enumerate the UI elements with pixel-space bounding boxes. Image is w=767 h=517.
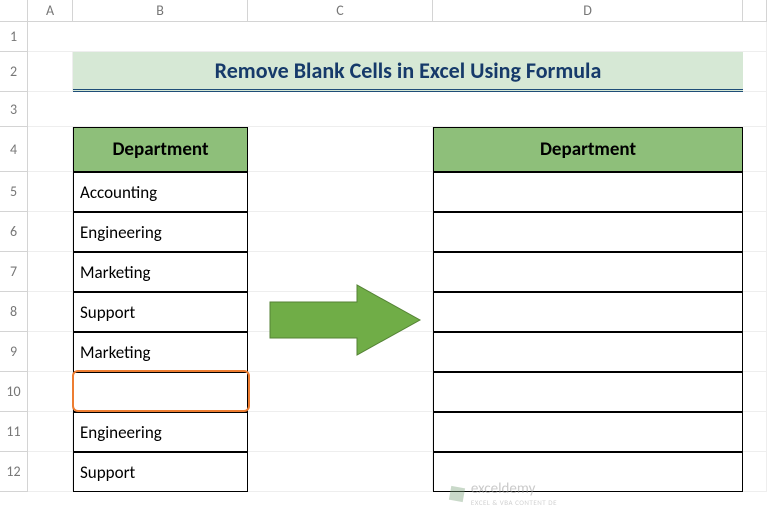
- watermark: exceldemy EXCEL & VBA CONTENT DE: [448, 480, 557, 507]
- col-header-B[interactable]: B: [73, 0, 248, 22]
- col-header-C[interactable]: C: [248, 0, 433, 22]
- cell-E6[interactable]: [743, 212, 767, 252]
- col-header-blank: [743, 0, 767, 22]
- cell-E9[interactable]: [743, 332, 767, 372]
- cell-E12[interactable]: [743, 452, 767, 492]
- cell-C8[interactable]: [248, 292, 433, 332]
- cell-E5[interactable]: [743, 172, 767, 212]
- table1-cell-3[interactable]: Support: [73, 292, 248, 332]
- cell-C11[interactable]: [248, 412, 433, 452]
- row-header-7[interactable]: 7: [0, 252, 28, 292]
- table1-cell-2[interactable]: Marketing: [73, 252, 248, 292]
- cell-row3[interactable]: [28, 92, 767, 127]
- cell-C5[interactable]: [248, 172, 433, 212]
- row-header-6[interactable]: 6: [0, 212, 28, 252]
- cell-A10[interactable]: [28, 372, 73, 412]
- cell-C7[interactable]: [248, 252, 433, 292]
- row-header-2[interactable]: 2: [0, 52, 28, 92]
- col-header-A[interactable]: A: [28, 0, 73, 22]
- row-header-10[interactable]: 10: [0, 372, 28, 412]
- cell-E8[interactable]: [743, 292, 767, 332]
- cell-C4[interactable]: [248, 127, 433, 172]
- cell-C12[interactable]: [248, 452, 433, 492]
- grid-corner: [0, 0, 28, 22]
- cell-A7[interactable]: [28, 252, 73, 292]
- table2-cell-4[interactable]: [433, 332, 743, 372]
- cell-A12[interactable]: [28, 452, 73, 492]
- spreadsheet-grid: A B C D 1 2 Remove Blank Cells in Excel …: [0, 0, 767, 492]
- cell-E10[interactable]: [743, 372, 767, 412]
- table1-header[interactable]: Department: [73, 127, 248, 172]
- table2-cell-1[interactable]: [433, 212, 743, 252]
- cell-A2[interactable]: [28, 52, 73, 92]
- table1-cell-7[interactable]: Support: [73, 452, 248, 492]
- table1-cell-5[interactable]: [73, 372, 248, 412]
- table1-cell-6[interactable]: Engineering: [73, 412, 248, 452]
- table2-cell-2[interactable]: [433, 252, 743, 292]
- watermark-tagline: EXCEL & VBA CONTENT DE: [471, 498, 557, 507]
- row-header-4[interactable]: 4: [0, 127, 28, 172]
- table1-cell-0[interactable]: Accounting: [73, 172, 248, 212]
- table2-cell-5[interactable]: [433, 372, 743, 412]
- table1-cell-1[interactable]: Engineering: [73, 212, 248, 252]
- cell-E4[interactable]: [743, 127, 767, 172]
- cell-C9[interactable]: [248, 332, 433, 372]
- row-header-11[interactable]: 11: [0, 412, 28, 452]
- title-banner: Remove Blank Cells in Excel Using Formul…: [73, 52, 743, 92]
- cell-E7[interactable]: [743, 252, 767, 292]
- table2-cell-6[interactable]: [433, 412, 743, 452]
- cell-E2[interactable]: [743, 52, 767, 92]
- row-header-1[interactable]: 1: [0, 22, 28, 52]
- table2-cell-3[interactable]: [433, 292, 743, 332]
- cell-C6[interactable]: [248, 212, 433, 252]
- cell-row1[interactable]: [28, 22, 767, 52]
- cell-A11[interactable]: [28, 412, 73, 452]
- table1-cell-4[interactable]: Marketing: [73, 332, 248, 372]
- watermark-icon: [448, 485, 466, 503]
- row-header-5[interactable]: 5: [0, 172, 28, 212]
- cell-A9[interactable]: [28, 332, 73, 372]
- row-header-12[interactable]: 12: [0, 452, 28, 492]
- cell-E11[interactable]: [743, 412, 767, 452]
- row-header-3[interactable]: 3: [0, 92, 28, 127]
- col-header-D[interactable]: D: [433, 0, 743, 22]
- table2-header[interactable]: Department: [433, 127, 743, 172]
- cell-C10[interactable]: [248, 372, 433, 412]
- cell-A8[interactable]: [28, 292, 73, 332]
- table2-cell-0[interactable]: [433, 172, 743, 212]
- cell-A5[interactable]: [28, 172, 73, 212]
- row-header-9[interactable]: 9: [0, 332, 28, 372]
- watermark-brand: exceldemy: [471, 480, 535, 498]
- row-header-8[interactable]: 8: [0, 292, 28, 332]
- cell-A4[interactable]: [28, 127, 73, 172]
- cell-A6[interactable]: [28, 212, 73, 252]
